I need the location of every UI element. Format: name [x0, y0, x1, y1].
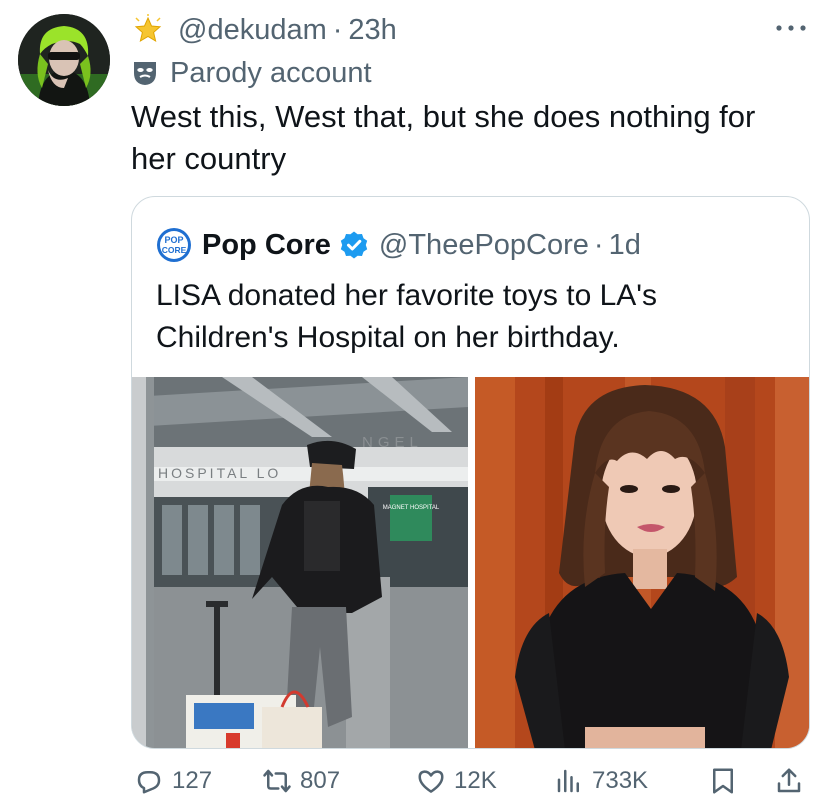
media-photo-portrait[interactable]	[475, 377, 809, 748]
reply-count: 127	[172, 767, 213, 794]
repost-icon	[263, 769, 291, 793]
quoted-header: POP CORE Pop Core @TheePopCore · 1d	[156, 227, 641, 263]
avatar[interactable]	[18, 14, 110, 106]
author-handle[interactable]: @dekudam	[178, 14, 327, 47]
action-bar: 127 807 12K 733K	[134, 762, 814, 804]
reply-icon	[137, 771, 161, 794]
repost-count: 807	[300, 767, 341, 794]
tweet-time[interactable]: 23h	[348, 14, 396, 47]
star-badge-icon	[134, 14, 162, 43]
media-divider	[468, 377, 475, 748]
verified-badge-icon	[340, 231, 368, 259]
views-count: 733K	[592, 767, 649, 794]
svg-text:NGEL: NGEL	[362, 434, 423, 451]
svg-text:MAGNET HOSPITAL: MAGNET HOSPITAL	[383, 505, 440, 511]
views-icon	[557, 769, 579, 793]
media-photo-hospital[interactable]: HOSPITAL LO NGEL MAGNET HOSPITAL	[132, 377, 468, 748]
more-icon[interactable]	[774, 18, 808, 38]
svg-text:CORE: CORE	[162, 245, 187, 255]
share-icon	[777, 768, 801, 793]
tweet-header: @dekudam · 23h	[132, 10, 808, 50]
quoted-author-handle[interactable]: @TheePopCore	[379, 229, 589, 262]
mask-icon	[134, 62, 156, 85]
like-count: 12K	[454, 767, 497, 794]
separator-dot: ·	[332, 13, 343, 46]
repost-button[interactable]: 807	[262, 766, 340, 796]
views-button[interactable]: 733K	[554, 766, 648, 796]
quoted-text: LISA donated her favorite toys to LA's C…	[156, 279, 658, 354]
quoted-author-name[interactable]: Pop Core	[202, 229, 331, 262]
quoted-media: HOSPITAL LO NGEL MAGNET HOSPITAL	[132, 377, 809, 748]
parody-row: Parody account	[132, 55, 372, 91]
share-button[interactable]	[774, 766, 804, 796]
svg-text:HOSPITAL LO: HOSPITAL LO	[158, 465, 281, 481]
reply-button[interactable]: 127	[134, 766, 212, 796]
svg-text:POP: POP	[164, 235, 183, 245]
bookmark-button[interactable]	[708, 766, 738, 796]
quoted-tweet[interactable]: POP CORE Pop Core @TheePopCore · 1d LISA…	[131, 196, 810, 749]
parody-label: Parody account	[170, 56, 372, 89]
pop-core-logo: POP CORE	[157, 228, 191, 262]
tweet-text: West this, West that, but she does nothi…	[131, 99, 756, 176]
quoted-time[interactable]: 1d	[609, 229, 641, 262]
separator-dot: ·	[593, 228, 604, 261]
heart-icon	[418, 770, 444, 793]
like-button[interactable]: 12K	[416, 766, 497, 796]
bookmark-icon	[713, 768, 733, 794]
